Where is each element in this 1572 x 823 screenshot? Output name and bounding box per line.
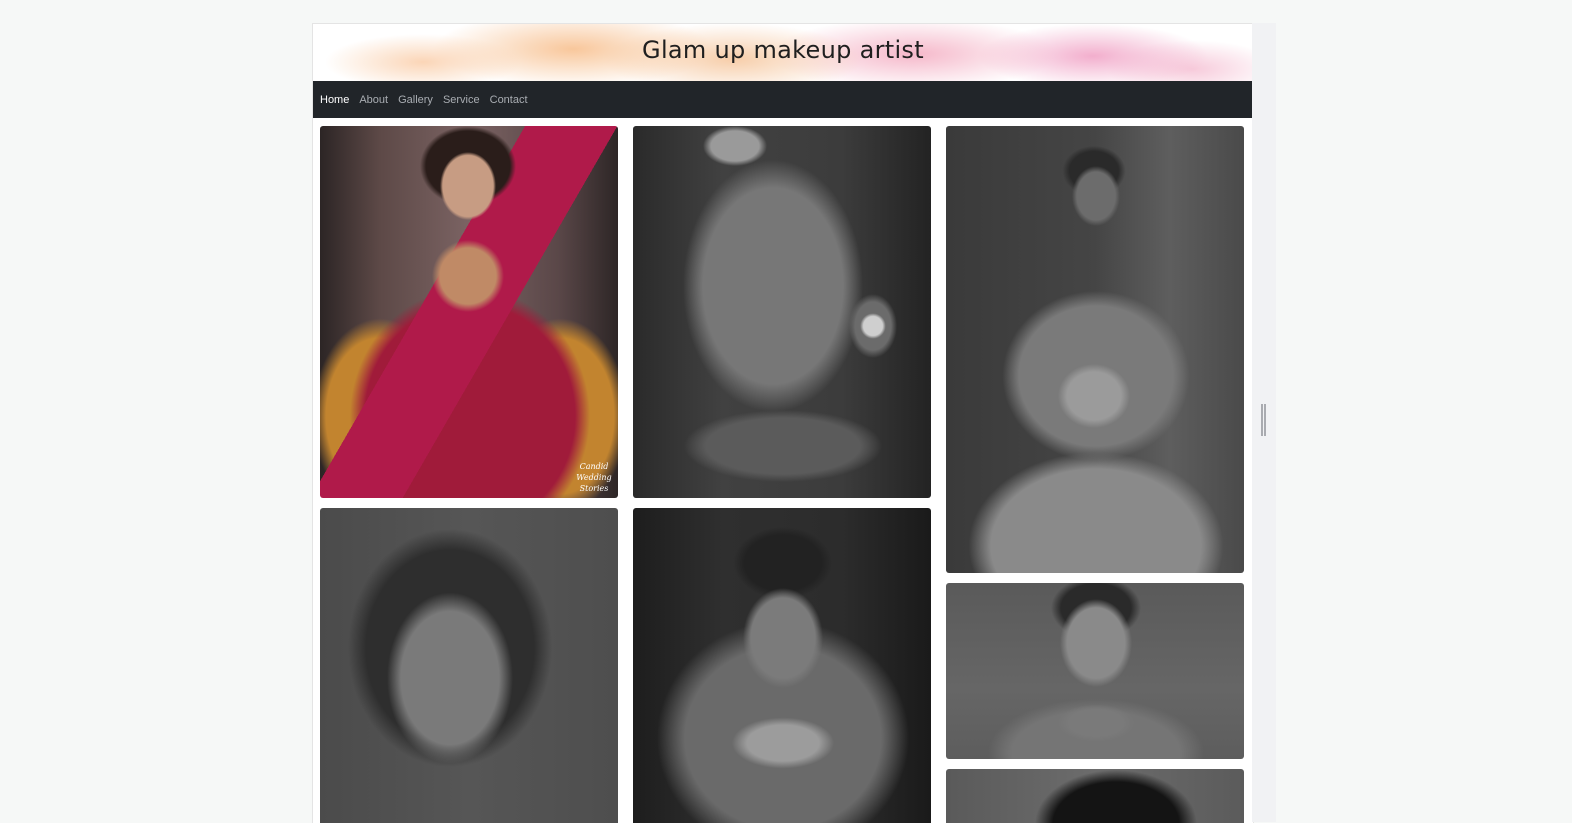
nav-link-service[interactable]: Service: [443, 94, 480, 106]
photo-gallery: Candid Wedding Stories: [313, 126, 1253, 823]
nav-link-contact[interactable]: Contact: [490, 94, 528, 106]
gallery-photo[interactable]: [633, 508, 931, 823]
gallery-photo[interactable]: [946, 126, 1244, 573]
site-banner: Glam up makeup artist: [313, 24, 1253, 81]
page-container: Glam up makeup artist Home About Gallery…: [312, 23, 1254, 823]
gallery-photo[interactable]: [946, 769, 1244, 823]
gallery-photo[interactable]: Candid Wedding Stories: [320, 126, 618, 498]
nav-link-home[interactable]: Home: [320, 94, 349, 106]
nav-link-about[interactable]: About: [359, 94, 388, 106]
scrollbar-thumb[interactable]: [1261, 404, 1266, 436]
gallery-photo[interactable]: [320, 508, 618, 823]
nav-link-gallery[interactable]: Gallery: [398, 94, 433, 106]
site-title: Glam up makeup artist: [642, 36, 924, 64]
navbar: Home About Gallery Service Contact: [313, 81, 1253, 118]
gallery-photo[interactable]: [633, 126, 931, 498]
photo-watermark: Candid Wedding Stories: [576, 462, 612, 493]
gallery-photo[interactable]: [946, 583, 1244, 759]
